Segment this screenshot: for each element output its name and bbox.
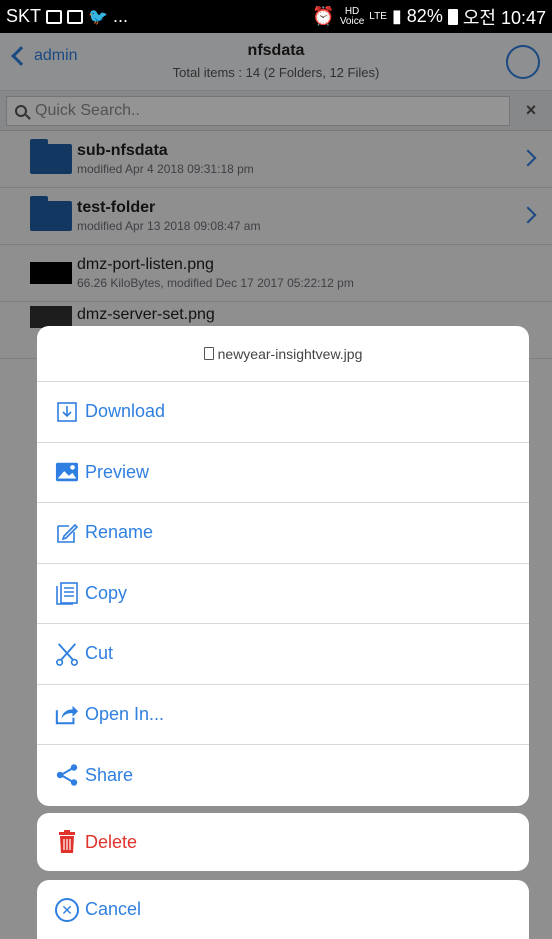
- download-icon: [55, 400, 79, 424]
- copy-button[interactable]: Copy: [37, 564, 529, 624]
- trash-icon: [55, 830, 79, 854]
- action-label: Open In...: [85, 703, 165, 724]
- action-sheet-filename: newyear-insightvew.jpg: [217, 345, 363, 362]
- scissors-icon: [55, 642, 79, 666]
- action-label: Download: [85, 401, 166, 422]
- action-label: Cut: [85, 643, 114, 664]
- share-icon: [55, 763, 79, 787]
- carrier-label: SKT: [6, 6, 42, 26]
- signal-icon: ▮: [391, 6, 402, 26]
- lte-icon: LTE: [369, 10, 387, 22]
- rename-button[interactable]: Rename: [37, 503, 529, 564]
- share-out-icon: [55, 702, 79, 726]
- copy-icon: [55, 581, 79, 606]
- cut-button[interactable]: Cut: [37, 624, 529, 685]
- action-label: Share: [85, 764, 134, 785]
- mail-notification-icon: [67, 9, 84, 24]
- preview-button[interactable]: Preview: [37, 443, 529, 503]
- clock: 오전 10:47: [462, 7, 546, 28]
- edit-icon: [55, 521, 79, 545]
- cancel-button[interactable]: ✕ Cancel: [37, 880, 529, 939]
- action-label: Copy: [85, 582, 128, 603]
- twitter-notification-icon: 🐦: [88, 8, 108, 26]
- action-label: Rename: [85, 522, 154, 543]
- delete-label: Delete: [85, 831, 138, 852]
- battery-icon: [447, 8, 458, 25]
- alarm-icon: ⏰: [312, 6, 335, 26]
- close-circle-icon: ✕: [55, 897, 79, 922]
- share-button[interactable]: Share: [37, 745, 529, 806]
- image-icon: [55, 460, 79, 484]
- cancel-label: Cancel: [85, 899, 142, 919]
- gallery-notification-icon: [46, 9, 63, 24]
- action-label: Preview: [85, 461, 150, 482]
- action-sheet: newyear-insightvew.jpg Download Preview …: [37, 326, 529, 806]
- battery-percent: 82%: [406, 6, 443, 26]
- delete-button[interactable]: Delete: [37, 813, 529, 871]
- open-in-button[interactable]: Open In...: [37, 685, 529, 745]
- hd-voice-icon: HD Voice: [339, 5, 365, 27]
- more-notifications: ...: [112, 6, 128, 26]
- action-sheet-header: newyear-insightvew.jpg: [37, 326, 529, 382]
- status-bar: SKT 🐦 ... ⏰ HD Voice LTE ▮ 82% 오전 10:47: [0, 0, 552, 33]
- download-button[interactable]: Download: [37, 382, 529, 443]
- document-icon: [203, 347, 214, 360]
